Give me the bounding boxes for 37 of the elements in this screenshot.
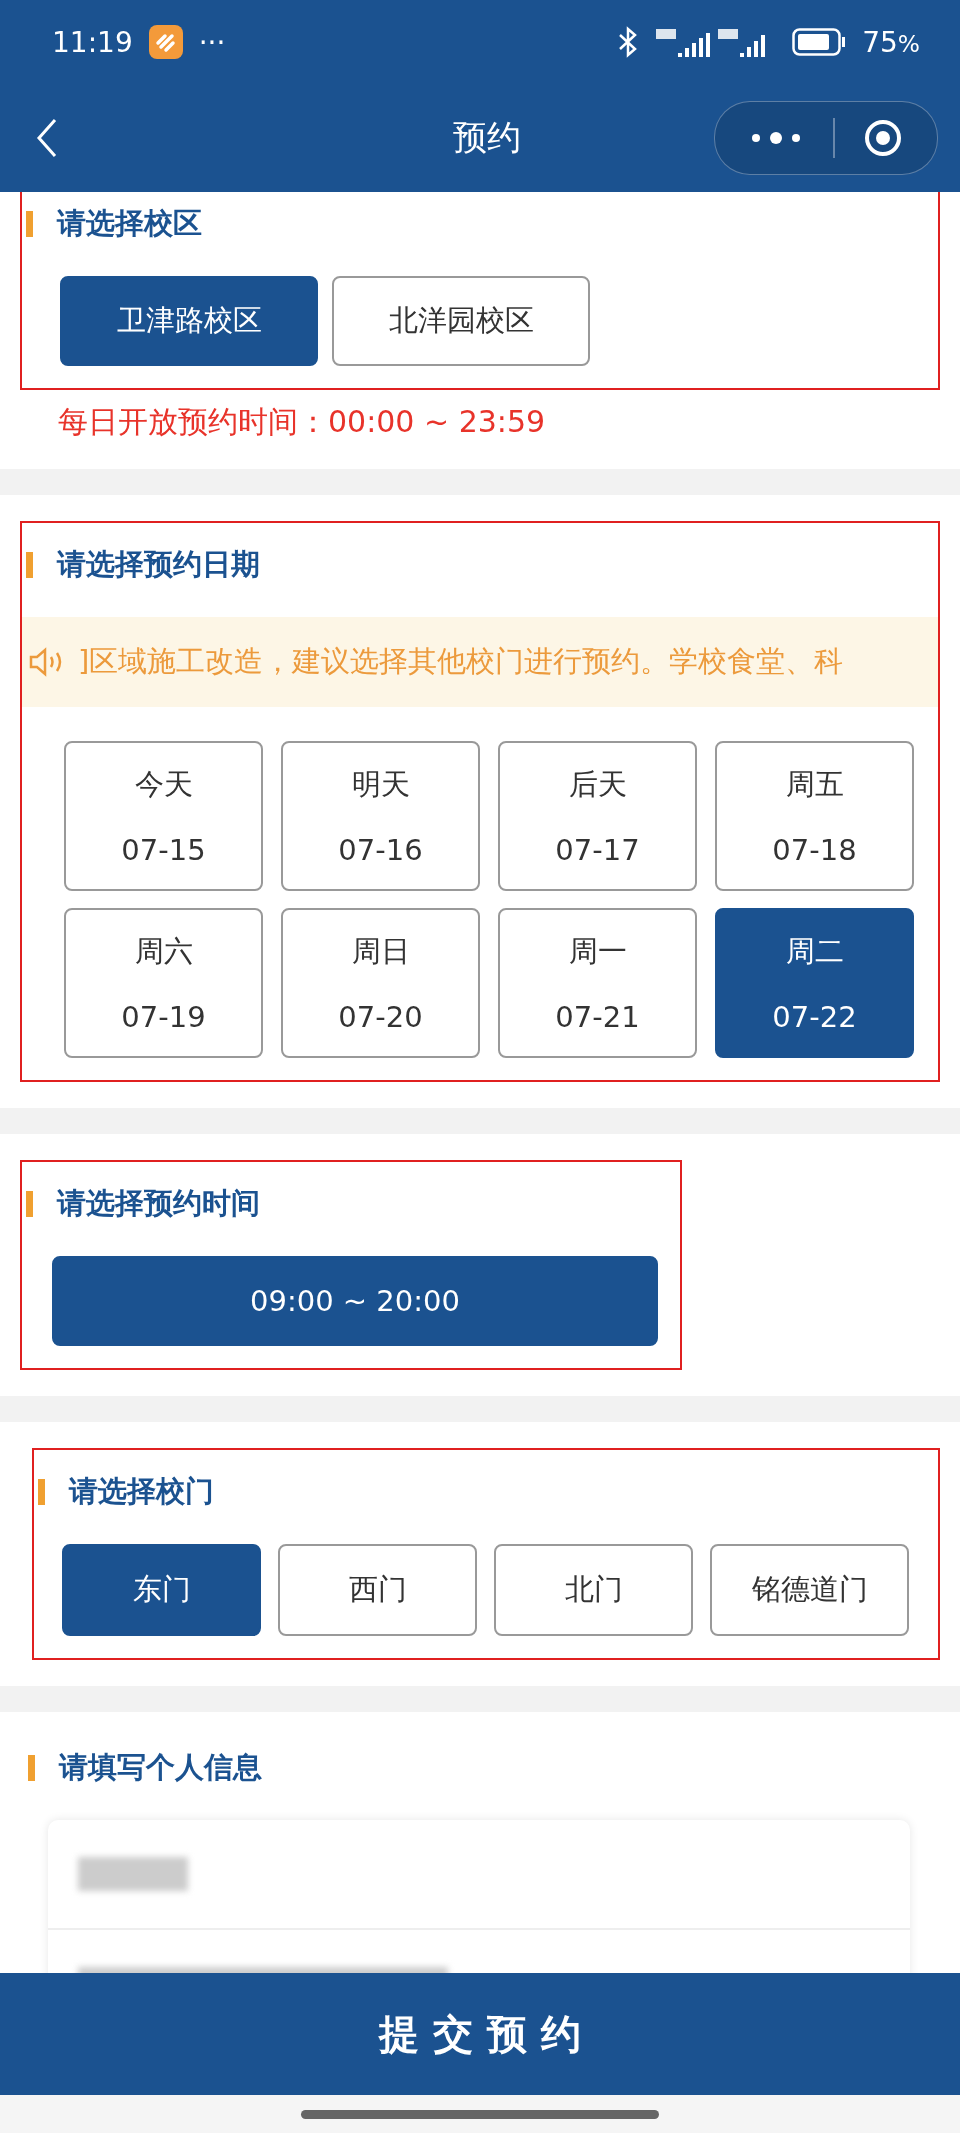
campus-option[interactable]: 北洋园校区 xyxy=(332,276,590,366)
notice-text: ]区域施工改造，建议选择其他校门进行预约。学校食堂、科 xyxy=(78,643,844,680)
close-icon[interactable] xyxy=(862,118,903,158)
battery-icon xyxy=(792,28,847,56)
section-title: 请选择预约日期 xyxy=(57,546,260,583)
date-option[interactable]: 今天 07-15 xyxy=(64,741,263,891)
time-slot-option[interactable]: 09:00 ~ 20:00 xyxy=(52,1256,658,1346)
status-time: 11:19 xyxy=(52,25,133,59)
page-title: 预约 xyxy=(453,116,521,159)
battery-percent: 75% xyxy=(862,25,920,59)
date-option[interactable]: 后天 07-17 xyxy=(498,741,697,891)
title-accent xyxy=(38,1479,45,1505)
title-accent xyxy=(26,1191,33,1217)
date-option[interactable]: 周日 07-20 xyxy=(281,908,480,1058)
gate-option[interactable]: 北门 xyxy=(494,1544,693,1636)
title-accent xyxy=(26,552,33,578)
open-hours-notice: 每日开放预约时间：00:00 ~ 23:59 xyxy=(57,403,547,441)
section-title: 请填写个人信息 xyxy=(59,1749,262,1786)
title-accent xyxy=(26,211,33,237)
date-option[interactable]: 周五 07-18 xyxy=(715,741,914,891)
section-title: 请选择预约时间 xyxy=(57,1185,260,1222)
more-icon[interactable] xyxy=(751,131,801,145)
date-option[interactable]: 周二 07-22 xyxy=(715,908,914,1058)
section-title: 请选择校区 xyxy=(57,205,202,242)
title-accent xyxy=(28,1755,35,1781)
back-icon[interactable] xyxy=(36,118,58,158)
section-title: 请选择校门 xyxy=(69,1473,214,1510)
date-option[interactable]: 周六 07-19 xyxy=(64,908,263,1058)
submit-button[interactable]: 提 交 预 约 xyxy=(0,1973,960,2095)
gate-option[interactable]: 西门 xyxy=(278,1544,477,1636)
gate-option[interactable]: 铭德道门 xyxy=(710,1544,909,1636)
gate-option[interactable]: 东门 xyxy=(62,1544,261,1636)
app-notification-icon xyxy=(148,25,183,59)
date-option[interactable]: 周一 07-21 xyxy=(498,908,697,1058)
more-notifications: ··· xyxy=(198,25,226,59)
campus-option[interactable]: 卫津路校区 xyxy=(60,276,318,366)
date-option[interactable]: 明天 07-16 xyxy=(281,741,480,891)
